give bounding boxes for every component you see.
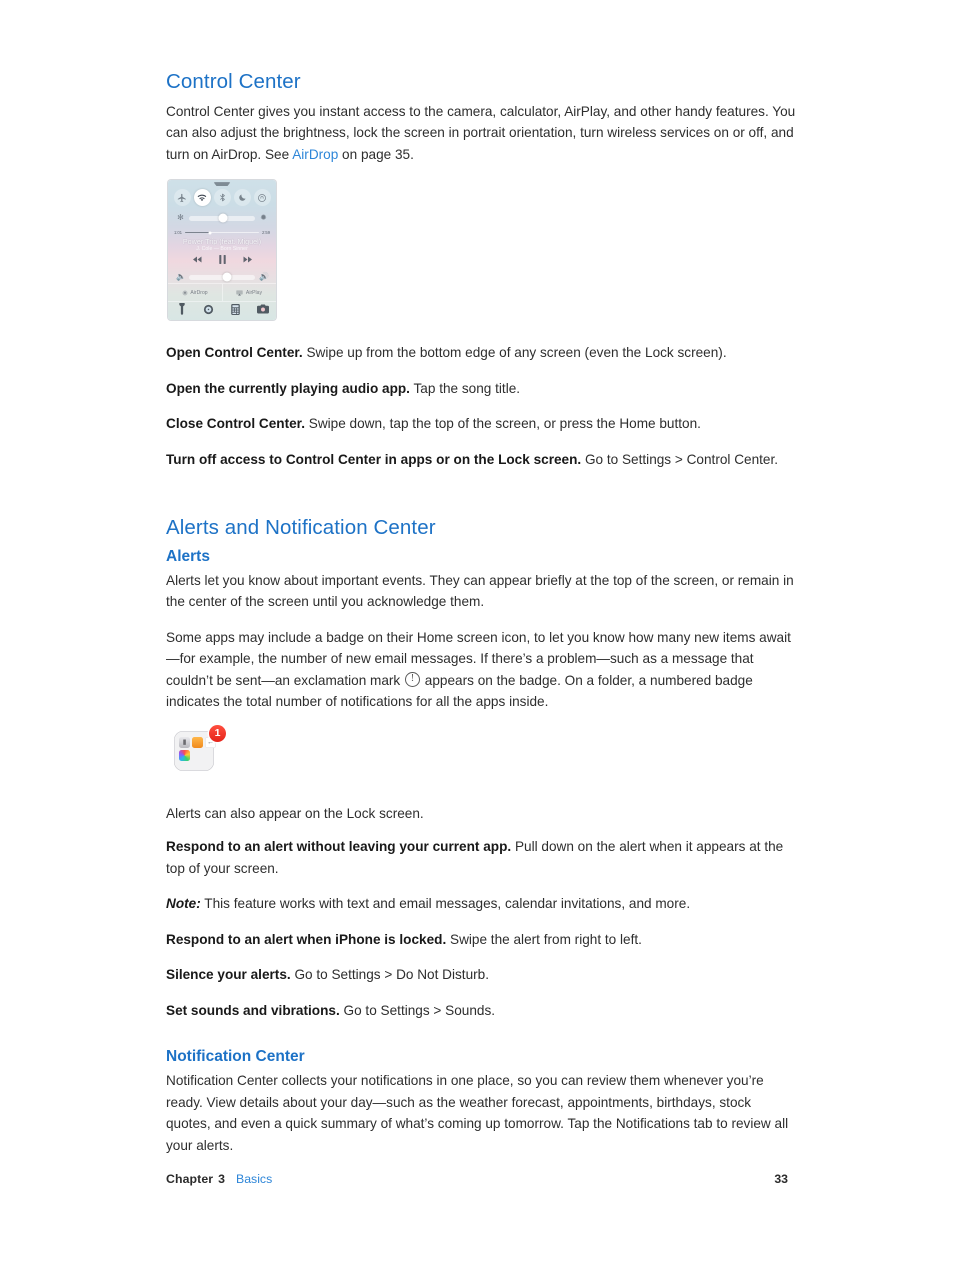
task-lead: Turn off access to Control Center in app… bbox=[166, 451, 582, 467]
song-title[interactable]: Power Trip (feat. Miguel) bbox=[174, 237, 270, 246]
task-respond-without-leaving-app: Respond to an alert without leaving your… bbox=[166, 836, 798, 879]
footer-page-number: 33 bbox=[774, 1172, 788, 1186]
task-respond-when-locked: Respond to an alert when iPhone is locke… bbox=[166, 929, 798, 951]
playback-progress[interactable]: 1:01 2:59 bbox=[174, 230, 270, 235]
footer-chapter-title-link[interactable]: Basics bbox=[236, 1172, 272, 1186]
pause-icon[interactable] bbox=[218, 255, 226, 265]
volume-high-icon: 🔊 bbox=[259, 272, 269, 282]
app-shortcut-row bbox=[168, 298, 276, 320]
song-artist-album: J. Cole — Born Sinner bbox=[196, 246, 248, 253]
grabber-handle-icon bbox=[213, 182, 231, 187]
previous-track-icon[interactable] bbox=[192, 256, 202, 263]
now-playing-panel: 1:01 2:59 Power Trip (feat. Miguel) J. C… bbox=[174, 230, 270, 265]
alerts-note: Note: This feature works with text and e… bbox=[166, 893, 798, 915]
calculator-icon[interactable] bbox=[222, 298, 249, 320]
task-set-sounds-vibrations: Set sounds and vibrations. Go to Setting… bbox=[166, 1000, 798, 1022]
task-rest: Go to Settings > Control Center. bbox=[581, 451, 779, 467]
wifi-icon[interactable] bbox=[193, 189, 211, 207]
task-rest: Swipe up from the bottom edge of any scr… bbox=[302, 345, 727, 361]
notification-center-paragraph-1: Notification Center collects your notifi… bbox=[166, 1073, 789, 1153]
airdrop-cross-reference-link[interactable]: AirDrop bbox=[292, 147, 338, 162]
brightness-low-icon: ✻ bbox=[177, 213, 184, 223]
flashlight-icon[interactable] bbox=[168, 298, 195, 320]
remaining-time: 2:59 bbox=[262, 230, 270, 236]
task-open-audio-app: Open the currently playing audio app. Ta… bbox=[166, 378, 798, 400]
progress-fill bbox=[184, 231, 211, 234]
task-lead: Close Control Center. bbox=[166, 416, 305, 432]
task-lead: Respond to an alert when iPhone is locke… bbox=[166, 931, 447, 947]
control-center-toggle-row bbox=[168, 189, 276, 207]
intro-text-part1: Control Center gives you instant access … bbox=[166, 103, 796, 162]
task-silence-alerts: Silence your alerts. Go to Settings > Do… bbox=[166, 964, 798, 986]
page-title: Control Center bbox=[166, 70, 301, 93]
note-label: Note: bbox=[166, 896, 201, 912]
note-text: This feature works with text and email m… bbox=[200, 896, 691, 912]
progress-track[interactable] bbox=[184, 231, 260, 235]
task-turn-off-access: Turn off access to Control Center in app… bbox=[166, 449, 798, 471]
section-heading-alerts-notification-center: Alerts and Notification Center bbox=[166, 516, 436, 540]
bluetooth-icon[interactable] bbox=[213, 189, 231, 207]
control-center-figure: ✻ ✹ 1:01 2:59 Power Trip (feat. Miguel) … bbox=[168, 180, 278, 321]
airdrop-label: AirDrop bbox=[190, 289, 208, 296]
volume-slider-track[interactable] bbox=[189, 272, 255, 282]
alerts-paragraph-2: Some apps may include a badge on their H… bbox=[166, 627, 798, 713]
brightness-high-icon: ✹ bbox=[260, 213, 267, 223]
alerts-paragraph-1: Alerts let you know about important even… bbox=[166, 572, 794, 610]
alerts-paragraph-3: Alerts can also appear on the Lock scree… bbox=[166, 805, 424, 821]
next-track-icon[interactable] bbox=[243, 256, 252, 263]
transport-controls bbox=[174, 255, 270, 265]
rotation-lock-icon[interactable] bbox=[253, 189, 271, 207]
task-close-control-center: Close Control Center. Swipe down, tap th… bbox=[166, 413, 798, 435]
footer-chapter-label: Chapter bbox=[166, 1172, 214, 1186]
task-lead: Open the currently playing audio app. bbox=[166, 380, 410, 396]
task-lead: Set sounds and vibrations. bbox=[166, 1002, 340, 1018]
exclamation-circle-icon bbox=[405, 671, 421, 687]
page-content: Control Center Control Center gives you … bbox=[166, 70, 798, 1156]
document-page: Control Center Control Center gives you … bbox=[0, 0, 954, 1265]
task-rest: Go to Settings > Sounds. bbox=[339, 1002, 496, 1018]
mini-app-icon-2 bbox=[192, 736, 203, 748]
intro-text-part2: on page 35. bbox=[338, 146, 414, 162]
volume-slider[interactable]: 🔈 🔊 bbox=[176, 272, 269, 282]
notification-badge: 1 bbox=[209, 724, 226, 742]
camera-icon[interactable] bbox=[249, 298, 276, 320]
volume-low-icon: 🔈 bbox=[176, 272, 186, 282]
task-lead: Silence your alerts. bbox=[166, 967, 291, 983]
task-rest: Tap the song title. bbox=[409, 380, 521, 396]
control-center-screenshot: ✻ ✹ 1:01 2:59 Power Trip (feat. Miguel) … bbox=[168, 180, 276, 321]
control-center-intro: Control Center gives you instant access … bbox=[166, 101, 798, 166]
subsection-heading-notification-center: Notification Center bbox=[166, 1048, 305, 1066]
footer-chapter-number: 3 bbox=[218, 1172, 226, 1186]
task-open-control-center: Open Control Center. Swipe up from the b… bbox=[166, 342, 798, 364]
home-screen-folder-icon: ▮ ← bbox=[174, 730, 216, 771]
folder-badge-figure: ▮ ← 1 bbox=[170, 724, 226, 781]
brightness-slider-knob[interactable] bbox=[218, 213, 228, 223]
subsection-heading-alerts: Alerts bbox=[166, 547, 210, 565]
page-footer: Chapter 3 Basics 33 bbox=[166, 1172, 788, 1186]
volume-slider-knob[interactable] bbox=[222, 272, 232, 282]
task-lead: Open Control Center. bbox=[166, 345, 303, 361]
task-lead: Respond to an alert without leaving your… bbox=[166, 839, 512, 855]
mini-app-glyph-1: ▮ bbox=[182, 739, 187, 747]
timer-icon[interactable] bbox=[195, 298, 222, 320]
mini-app-icon-1: ▮ bbox=[179, 736, 190, 748]
airplane-mode-icon[interactable] bbox=[173, 189, 191, 207]
brightness-slider[interactable]: ✻ ✹ bbox=[176, 213, 268, 223]
task-rest: Swipe the alert from right to left. bbox=[446, 931, 642, 947]
brightness-slider-track[interactable] bbox=[189, 213, 255, 223]
elapsed-time: 1:01 bbox=[174, 230, 182, 236]
task-rest: Go to Settings > Do Not Disturb. bbox=[290, 967, 490, 983]
do-not-disturb-moon-icon[interactable] bbox=[233, 189, 251, 207]
airplay-label: AirPlay bbox=[245, 289, 263, 296]
mini-app-icon-4 bbox=[179, 749, 190, 761]
task-rest: Swipe down, tap the top of the screen, o… bbox=[304, 416, 701, 432]
progress-knob[interactable] bbox=[208, 231, 212, 235]
